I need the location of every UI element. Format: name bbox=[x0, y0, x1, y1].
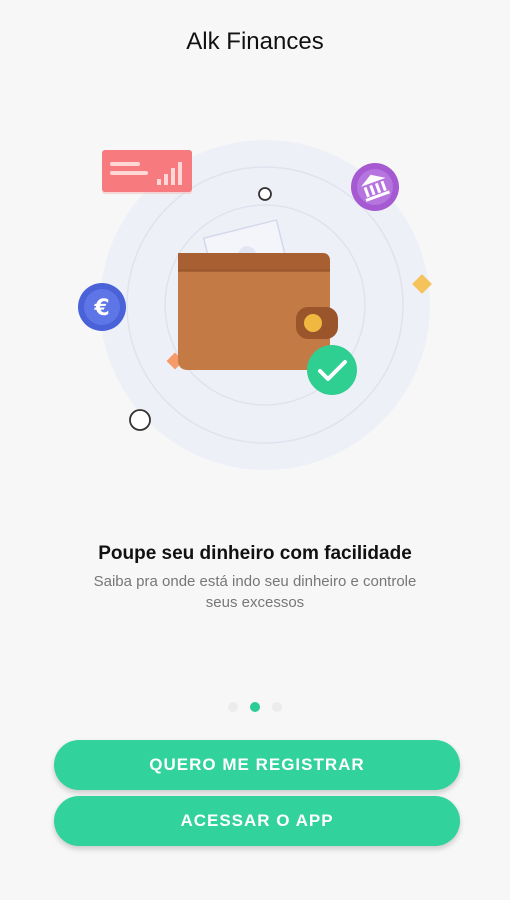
small-circle-decoration bbox=[129, 409, 151, 431]
page-indicator-dot-active[interactable] bbox=[250, 702, 260, 712]
page-indicator-dot[interactable] bbox=[228, 702, 238, 712]
card-icon bbox=[102, 150, 192, 194]
register-button[interactable]: QUERO ME REGISTRAR bbox=[54, 740, 460, 790]
euro-coin-icon: € bbox=[78, 283, 126, 331]
page-indicator-dot[interactable] bbox=[272, 702, 282, 712]
svg-text:€: € bbox=[93, 296, 109, 321]
access-app-button[interactable]: ACESSAR O APP bbox=[54, 796, 460, 846]
onboarding-illustration: € bbox=[78, 140, 432, 470]
bank-coin-icon bbox=[351, 163, 399, 211]
small-circle-decoration bbox=[258, 187, 272, 201]
app-title: Alk Finances bbox=[186, 28, 324, 55]
onboarding-subtitle: Saiba pra onde está indo seu dinheiro e … bbox=[93, 573, 417, 611]
page-indicator bbox=[0, 702, 510, 712]
onboarding-headline: Poupe seu dinheiro com facilidade bbox=[98, 543, 412, 564]
checkmark-icon bbox=[307, 345, 357, 395]
